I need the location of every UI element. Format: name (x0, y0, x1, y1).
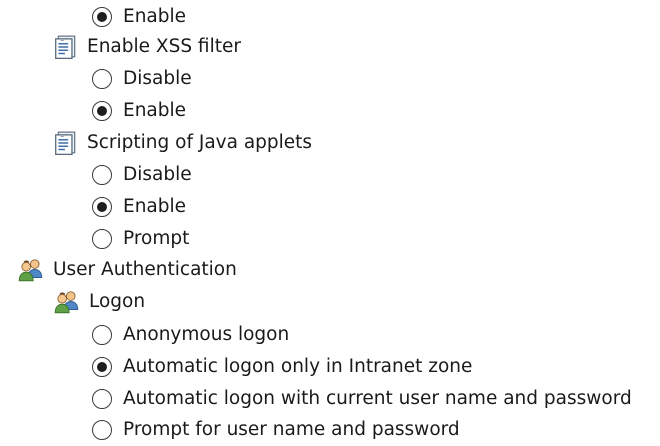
category-user-authentication[interactable]: User Authentication (17, 254, 237, 286)
option-automatic-logon-intranet[interactable]: Automatic logon only in Intranet zone (92, 351, 472, 383)
setting-label: Logon (89, 291, 146, 312)
radio-button-checked[interactable] (92, 101, 112, 121)
users-icon (53, 289, 81, 315)
option-label: Anonymous logon (123, 324, 290, 345)
option-automatic-logon-current-user[interactable]: Automatic logon with current user name a… (92, 383, 632, 415)
radio-button[interactable] (92, 325, 112, 345)
radio-button-checked[interactable] (92, 7, 112, 27)
category-label: User Authentication (53, 259, 237, 280)
setting-logon[interactable]: Logon (53, 286, 145, 318)
option-xss-enable[interactable]: Enable (92, 95, 186, 127)
setting-label: Scripting of Java applets (87, 132, 313, 153)
script-settings-icon (53, 34, 79, 60)
option-java-prompt[interactable]: Prompt (92, 223, 189, 255)
script-settings-icon (53, 130, 79, 156)
option-label: Disable (123, 164, 192, 185)
option-label: Prompt (123, 228, 190, 249)
setting-enable-xss-filter[interactable]: Enable XSS filter (53, 31, 241, 63)
option-label: Disable (123, 68, 192, 89)
option-anonymous-logon[interactable]: Anonymous logon (92, 319, 289, 351)
radio-button[interactable] (92, 229, 112, 249)
option-label: Prompt for user name and password (123, 419, 460, 440)
option-java-disable[interactable]: Disable (92, 159, 192, 191)
option-enable-top[interactable]: Enable (92, 1, 186, 33)
setting-scripting-java-applets[interactable]: Scripting of Java applets (53, 127, 312, 159)
option-prompt-credentials[interactable]: Prompt for user name and password (92, 414, 460, 446)
radio-button-checked[interactable] (92, 197, 112, 217)
setting-label: Enable XSS filter (87, 36, 241, 57)
radio-button[interactable] (92, 420, 112, 440)
option-label: Automatic logon only in Intranet zone (123, 356, 473, 377)
option-label: Enable (123, 6, 187, 27)
users-icon (17, 257, 45, 283)
radio-button[interactable] (92, 165, 112, 185)
radio-button-checked[interactable] (92, 357, 112, 377)
option-java-enable[interactable]: Enable (92, 191, 186, 223)
option-label: Automatic logon with current user name a… (123, 388, 632, 409)
radio-button[interactable] (92, 69, 112, 89)
option-xss-disable[interactable]: Disable (92, 63, 192, 95)
radio-button[interactable] (92, 389, 112, 409)
option-label: Enable (123, 196, 187, 217)
option-label: Enable (123, 100, 187, 121)
